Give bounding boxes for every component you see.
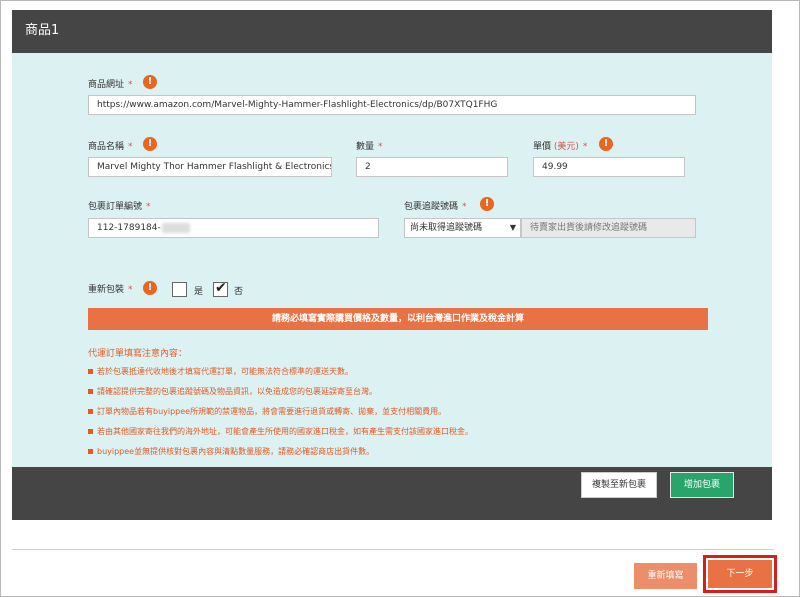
product-panel: 商品1 商品網址 * ! https://www.amazon.com/Marve… <box>12 10 772 520</box>
bullet-square-icon <box>88 389 93 394</box>
reset-button[interactable]: 重新填寫 <box>634 563 697 589</box>
exclamation-circle-icon[interactable]: ! <box>599 137 613 151</box>
exclamation-circle-icon[interactable]: ! <box>143 137 157 151</box>
product-form: 商品網址 * ! https://www.amazon.com/Marvel-Mi… <box>12 53 772 477</box>
price-label: 單價 (美元) * <box>533 142 588 152</box>
panel-title: 商品1 <box>25 23 60 38</box>
name-input[interactable]: Marvel Mighty Thor Hammer Flashlight & E… <box>88 157 332 177</box>
note-item: 若於包裹抵達代收地後才填寫代運訂單，可能無法符合標準的運送天數。 <box>88 366 353 377</box>
tracking-label: 包裹追蹤號碼 * <box>404 202 467 212</box>
bullet-square-icon <box>88 429 93 434</box>
panel-header: 商品1 <box>12 10 772 53</box>
copy-to-new-package-button[interactable]: 複製至新包裹 <box>581 472 657 498</box>
bullet-square-icon <box>88 449 93 454</box>
divider <box>12 549 774 550</box>
qty-input[interactable]: 2 <box>356 157 508 177</box>
bullet-square-icon <box>88 369 93 374</box>
notes-title: 代運訂單填寫注意內容： <box>88 349 188 359</box>
order-no-input[interactable]: 112-1789184- <box>88 218 379 238</box>
panel-footer <box>12 467 772 520</box>
next-button[interactable]: 下一步 <box>708 560 772 588</box>
repack-yes-label: 是 <box>194 287 204 297</box>
repack-no-checkbox[interactable]: ✔ <box>213 280 228 297</box>
exclamation-circle-icon[interactable]: ! <box>143 75 157 89</box>
checkmark-icon: ✔ <box>215 280 227 296</box>
exclamation-circle-icon[interactable]: ! <box>143 281 157 295</box>
redacted-digits <box>161 222 190 233</box>
url-input[interactable]: https://www.amazon.com/Marvel-Mighty-Ham… <box>88 95 696 115</box>
exclamation-circle-icon[interactable]: ! <box>480 197 494 211</box>
note-item: 若由其他國家寄往我們的海外地址，可能會產生所使用的國家進口稅金，如有產生需支付該… <box>88 426 473 437</box>
name-label: 商品名稱 * <box>88 142 133 152</box>
notice-banner: 請務必填寫實際購買價格及數量，以利台灣進口作業及稅金計算 <box>88 308 708 330</box>
dropdown-arrow-icon: ▼ <box>509 223 516 232</box>
order-no-label: 包裹訂單編號 * <box>88 202 151 212</box>
repack-yes-checkbox[interactable] <box>172 282 187 297</box>
note-item: 請確認提供完整的包裹追蹤號碼及物品資訊，以免造成您的包裹延誤寄至台灣。 <box>88 386 377 397</box>
tracking-number-input[interactable]: 待賣家出貨後請修改追蹤號碼 <box>521 218 696 238</box>
repack-label: 重新包裝 * <box>88 285 133 295</box>
price-input[interactable]: 49.99 <box>533 157 685 177</box>
repack-no-label: 否 <box>234 287 244 297</box>
qty-label: 數量 * <box>356 142 383 152</box>
add-package-button[interactable]: 增加包裹 <box>670 472 734 498</box>
tracking-status-select[interactable]: 尚未取得追蹤號碼 ▼ <box>404 218 521 238</box>
note-item: 訂單內物品若有buyippee所規範的禁運物品，將會需要進行退貨或轉寄、拋棄，並… <box>88 406 446 417</box>
note-item: buyippee並無提供核對包裹內容與清點數量服務，請務必確認商店出貨件數。 <box>88 446 374 457</box>
bullet-square-icon <box>88 409 93 414</box>
url-label: 商品網址 * <box>88 80 133 90</box>
